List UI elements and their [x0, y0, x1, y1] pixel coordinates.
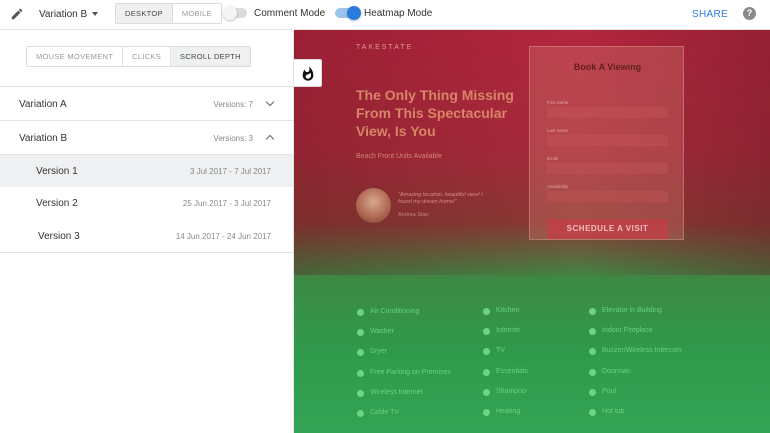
site-logo: TAKESTATE: [356, 44, 414, 51]
last-name-field[interactable]: [547, 135, 668, 146]
tab-clicks[interactable]: CLICKS: [123, 47, 172, 66]
chevron-down-icon[interactable]: [92, 12, 98, 16]
switch-knob: [223, 6, 237, 20]
booking-card-title: Book A Viewing: [573, 62, 642, 72]
version-name: Version 2: [36, 198, 78, 209]
field-label: Last name: [547, 128, 569, 133]
amenity-item: Kitchen: [496, 307, 520, 314]
check-icon: [589, 308, 596, 315]
flame-icon: [302, 66, 314, 81]
check-icon: [357, 390, 364, 397]
tab-mouse-movement[interactable]: MOUSE MOVEMENT: [27, 47, 124, 66]
version-dates: 14 Jun 2017 - 24 Jun 2017: [175, 232, 271, 241]
hero-subtitle: Beach Front Units Available: [356, 153, 442, 160]
booking-card: Book A Viewing First name Last name Emai…: [529, 46, 684, 240]
hero-title: The Only Thing Missing From This Spectac…: [356, 87, 514, 139]
amenity-item: Essentials: [496, 368, 528, 375]
availability-field[interactable]: [547, 191, 668, 202]
testimonial-quote: "Amazing location, beautiful view! I fou…: [398, 192, 483, 205]
amenity-item: Wireless Internet: [370, 389, 423, 396]
version-row-1[interactable]: Version 1 3 Jul 2017 - 7 Jul 2017: [0, 154, 293, 187]
testimonial-avatar: [356, 188, 391, 223]
tab-scroll-depth[interactable]: SCROLL DEPTH: [171, 47, 250, 66]
heatmap-mode-label: Heatmap Mode: [364, 8, 433, 19]
amenity-item: Cable TV: [370, 409, 400, 416]
check-icon: [357, 349, 364, 356]
check-icon: [483, 308, 490, 315]
comment-mode-label: Comment Mode: [254, 8, 326, 19]
first-name-field[interactable]: [547, 107, 668, 118]
amenity-item: Washer: [370, 328, 394, 335]
divider: [0, 252, 293, 253]
amenity-item: Hot tub: [602, 408, 625, 415]
check-icon: [483, 328, 490, 335]
amenity-item: Pool: [602, 388, 617, 395]
variation-versions-count: Versions: 3: [213, 134, 253, 143]
variation-row-b[interactable]: Variation B Versions: 3: [0, 120, 293, 154]
variation-versions-count: Versions: 7: [213, 100, 253, 109]
version-name: Version 1: [36, 166, 78, 177]
version-row-2[interactable]: Version 2 25 Jun 2017 - 3 Jul 2017: [0, 187, 293, 220]
check-icon: [357, 309, 364, 316]
amenity-item: Internet: [496, 327, 520, 334]
check-icon: [589, 409, 596, 416]
amenity-item: Dryer: [370, 348, 388, 355]
variation-row-a[interactable]: Variation A Versions: 7: [0, 86, 293, 120]
version-row-3[interactable]: Version 3 14 Jun 2017 - 24 Jun 2017: [0, 220, 293, 253]
amenity-item: Buzzer/Wireless Intercom: [602, 347, 682, 354]
versions-panel: MOUSE MOVEMENT CLICKS SCROLL DEPTH Varia…: [0, 31, 294, 433]
comment-mode-switch[interactable]: [223, 6, 247, 20]
field-label: Email: [547, 156, 559, 161]
version-name: Version 3: [38, 231, 80, 242]
pencil-icon[interactable]: [10, 7, 24, 21]
top-bar: Variation B DESKTOP MOBILE Comment Mode …: [0, 0, 770, 30]
email-field[interactable]: [547, 163, 668, 174]
chevron-down-icon[interactable]: [265, 97, 275, 107]
amenity-item: Free Parking on Premises: [370, 369, 451, 376]
schedule-visit-button[interactable]: SCHEDULE A VISIT: [547, 219, 668, 239]
field-label: Availability: [547, 184, 569, 189]
check-icon: [483, 409, 490, 416]
heatmap-type-tabs: MOUSE MOVEMENT CLICKS SCROLL DEPTH: [26, 46, 251, 67]
heatmap-preview[interactable]: TAKESTATE The Only Thing Missing From Th…: [294, 30, 770, 433]
testimonial-author: Andrea Stan: [398, 212, 429, 218]
field-label: First name: [547, 100, 569, 105]
version-dates: 3 Jul 2017 - 7 Jul 2017: [190, 167, 271, 176]
heatmap-tool-button[interactable]: [294, 59, 322, 87]
check-icon: [483, 348, 490, 355]
amenity-item: Elevator in Building: [602, 307, 662, 314]
amenity-item: Shampoo: [496, 388, 526, 395]
check-icon: [589, 369, 596, 376]
version-dates: 25 Jun 2017 - 3 Jul 2017: [182, 199, 271, 208]
amenity-item: Air Conditioning: [370, 308, 420, 315]
help-icon[interactable]: ?: [743, 7, 756, 20]
check-icon: [589, 348, 596, 355]
share-button[interactable]: SHARE: [692, 9, 728, 20]
check-icon: [483, 369, 490, 376]
switch-knob: [347, 6, 361, 20]
variation-name: Variation A: [19, 99, 67, 110]
check-icon: [357, 329, 364, 336]
tab-mobile[interactable]: MOBILE: [172, 4, 221, 23]
check-icon: [357, 370, 364, 377]
tab-desktop[interactable]: DESKTOP: [116, 4, 173, 23]
check-icon: [483, 389, 490, 396]
amenity-item: TV: [496, 347, 505, 354]
variation-select[interactable]: Variation B: [39, 9, 87, 20]
amenity-item: Doorman: [602, 368, 631, 375]
check-icon: [357, 410, 364, 417]
amenity-item: Heating: [496, 408, 521, 415]
check-icon: [589, 328, 596, 335]
check-icon: [589, 389, 596, 396]
heatmap-mode-switch[interactable]: [335, 6, 361, 20]
device-toggle: DESKTOP MOBILE: [115, 3, 222, 24]
amenity-item: Indoor Fireplace: [602, 327, 653, 334]
chevron-up-icon[interactable]: [265, 134, 275, 144]
variation-name: Variation B: [19, 133, 68, 144]
